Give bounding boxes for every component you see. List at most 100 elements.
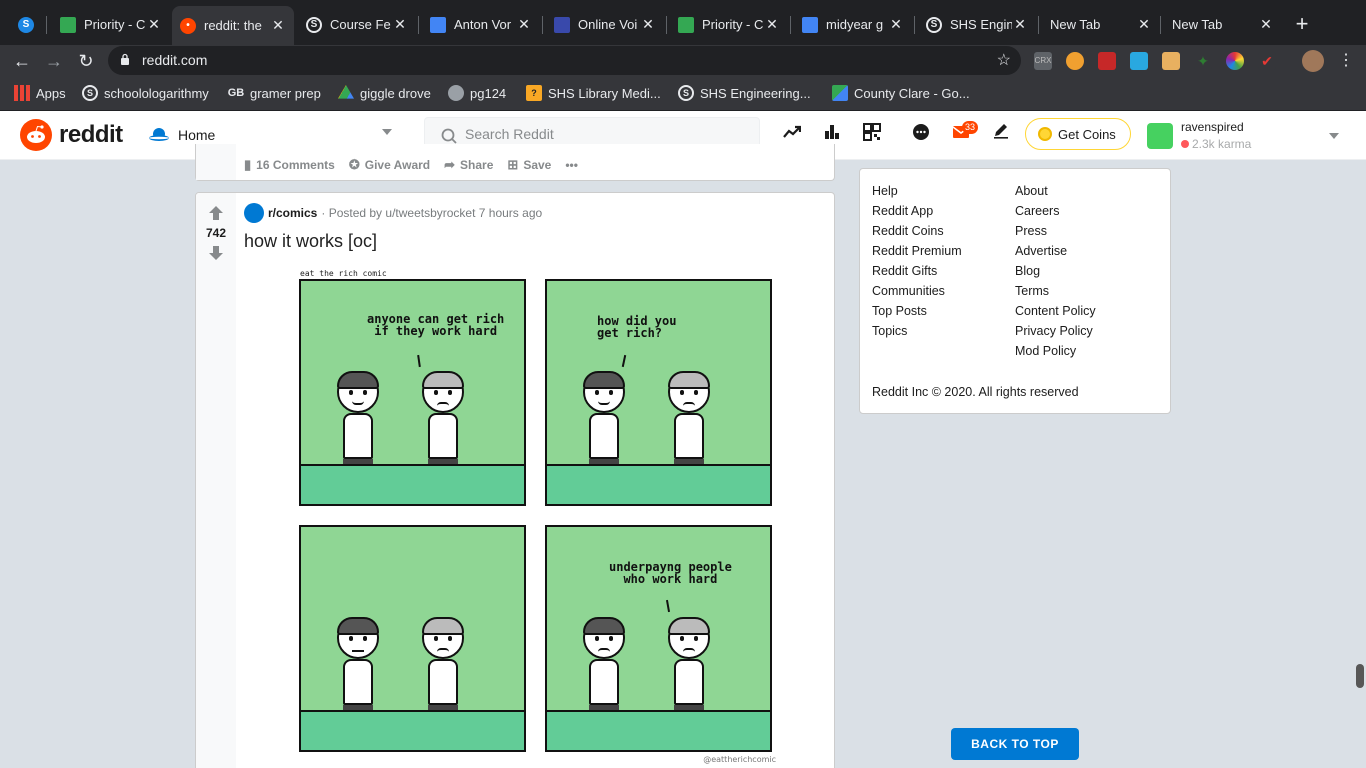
downvote-arrow-icon[interactable]	[208, 245, 224, 261]
post-title[interactable]: how it works [oc]	[244, 231, 377, 252]
crx-extension-icon[interactable]: CRX	[1034, 52, 1052, 70]
vote-score: 742	[205, 226, 227, 240]
bookmark-gramer-prep[interactable]: GB gramer prep	[228, 85, 321, 101]
posted-by-text[interactable]: · Posted by u/tweetsbyrocket	[321, 206, 475, 220]
user-menu-dropdown[interactable]: ravenspired 2.3k karma	[1147, 118, 1347, 152]
bookmark-schoolologarithmy[interactable]: S schoolologarithmy	[82, 85, 209, 101]
tab-course-fe[interactable]: S Course Fe ✕	[298, 8, 416, 41]
bookmark-giggle-drove[interactable]: giggle drove	[338, 85, 431, 101]
tab-anton[interactable]: Anton Vor ✕	[422, 8, 540, 41]
previous-post-card: ▮ 16 Comments ✪ Give Award ➦ Share ⊞ Save ••…	[195, 144, 835, 181]
comments-button[interactable]: ▮ 16 Comments	[244, 157, 335, 173]
character-young	[333, 371, 383, 466]
footer-link-press[interactable]: Press	[1015, 223, 1096, 243]
close-tab-icon[interactable]: ✕	[392, 16, 408, 33]
share-button[interactable]: ➦ Share	[444, 157, 493, 173]
back-to-top-button[interactable]: BACK TO TOP	[951, 728, 1079, 760]
footer-link-help[interactable]: Help	[872, 183, 962, 203]
page-scrollbar[interactable]	[1356, 664, 1364, 688]
bookmark-star-icon[interactable]: ☆	[997, 50, 1011, 70]
footer-link-reddit-coins[interactable]: Reddit Coins	[872, 223, 962, 243]
new-tab-button[interactable]: +	[1290, 12, 1314, 36]
tab-new-1[interactable]: New Tab ✕	[1042, 8, 1160, 41]
checkmark-extension-icon[interactable]: ✔	[1258, 52, 1276, 70]
upvote-arrow-icon[interactable]	[208, 205, 224, 221]
footer-link-reddit-premium[interactable]: Reddit Premium	[872, 243, 962, 263]
character-young	[579, 617, 629, 712]
tab-online-voi[interactable]: Online Voi ✕	[546, 8, 664, 41]
bookmark-shs-engineering[interactable]: S SHS Engineering...	[678, 85, 811, 101]
grammarly-extension-icon[interactable]	[1130, 52, 1148, 70]
docs-icon	[430, 16, 446, 33]
footer-link-mod-policy[interactable]: Mod Policy	[1015, 343, 1096, 363]
forward-button[interactable]: →	[42, 49, 66, 73]
reddit-wordmark[interactable]: reddit	[59, 121, 123, 149]
tab-shs-engin[interactable]: S SHS Engin ✕	[918, 8, 1036, 41]
tab-midyear[interactable]: midyear g ✕	[794, 8, 912, 41]
chat-icon[interactable]	[909, 123, 933, 147]
save-button[interactable]: ⊞ Save	[507, 157, 551, 173]
character-young	[333, 617, 383, 712]
bookmark-shs-library[interactable]: ? SHS Library Medi...	[526, 85, 661, 101]
leaf-extension-icon[interactable]: ✦	[1194, 52, 1212, 70]
home-icon	[149, 128, 169, 141]
bookmark-apps[interactable]: Apps	[14, 85, 66, 101]
color-extension-icon[interactable]	[1226, 52, 1244, 70]
tab-reddit[interactable]: • reddit: the ✕	[172, 6, 294, 45]
share-icon: ➦	[444, 157, 456, 172]
footer-link-content-policy[interactable]: Content Policy	[1015, 303, 1096, 323]
browser-toolbar: ← → ↻ reddit.com ☆ CRX 57 ✦ ✔ ⋮	[0, 45, 1366, 116]
search-input[interactable]	[465, 126, 745, 142]
owl-extension-icon[interactable]	[1066, 52, 1084, 70]
close-tab-icon[interactable]: ✕	[1258, 16, 1274, 33]
profile-avatar[interactable]	[1302, 50, 1324, 72]
bookmark-county-clare[interactable]: County Clare - Go...	[832, 85, 970, 101]
close-tab-icon[interactable]: ✕	[146, 16, 162, 33]
abp-extension-icon[interactable]	[1098, 52, 1116, 70]
get-coins-button[interactable]: Get Coins	[1025, 118, 1131, 150]
create-post-pencil-icon[interactable]	[989, 123, 1013, 147]
close-tab-icon[interactable]: ✕	[888, 16, 904, 33]
footer-link-advertise[interactable]: Advertise	[1015, 243, 1096, 263]
footer-link-reddit-gifts[interactable]: Reddit Gifts	[872, 263, 962, 283]
footer-link-top-posts[interactable]: Top Posts	[872, 303, 962, 323]
footer-link-topics[interactable]: Topics	[872, 323, 962, 343]
address-bar[interactable]: reddit.com ☆	[108, 46, 1021, 75]
tab-schoology[interactable]: S	[10, 8, 46, 41]
footer-link-blog[interactable]: Blog	[1015, 263, 1096, 283]
close-tab-icon[interactable]: ✕	[764, 16, 780, 33]
tab-new-2[interactable]: New Tab ✕	[1164, 8, 1282, 41]
comic-panel-4: underpayng people who work hard	[545, 525, 772, 752]
browser-menu-icon[interactable]: ⋮	[1334, 49, 1358, 73]
comic-image[interactable]: eat the rich comic anyone can get rich i…	[296, 265, 776, 768]
character-young	[579, 371, 629, 466]
subreddit-link[interactable]: r/comics	[268, 206, 317, 220]
close-tab-icon[interactable]: ✕	[640, 16, 656, 33]
reload-button[interactable]: ↻	[74, 49, 98, 73]
tab-priority-2[interactable]: Priority - C ✕	[670, 8, 788, 41]
tab-priority-1[interactable]: Priority - C ✕	[52, 8, 170, 41]
give-award-button[interactable]: ✪ Give Award	[349, 157, 430, 173]
close-tab-icon[interactable]: ✕	[270, 17, 286, 34]
footer-link-privacy-policy[interactable]: Privacy Policy	[1015, 323, 1096, 343]
footer-link-careers[interactable]: Careers	[1015, 203, 1096, 223]
rpan-icon[interactable]	[860, 123, 884, 147]
post-card[interactable]: 742 r/comics · Posted by u/tweetsbyrocke…	[195, 192, 835, 768]
footer-link-about[interactable]: About	[1015, 183, 1096, 203]
close-tab-icon[interactable]: ✕	[1012, 16, 1028, 33]
back-button[interactable]: ←	[10, 49, 34, 73]
reddit-logo-icon[interactable]	[20, 119, 52, 151]
more-options-button[interactable]: •••	[565, 158, 578, 172]
award-icon: ✪	[348, 157, 360, 172]
coin-icon	[1038, 127, 1052, 141]
mail-count-badge: 33	[962, 121, 979, 134]
footer-link-terms[interactable]: Terms	[1015, 283, 1096, 303]
bookmark-pg124[interactable]: pg124	[448, 85, 506, 101]
footer-link-reddit-app[interactable]: Reddit App	[872, 203, 962, 223]
close-tab-icon[interactable]: ✕	[1136, 16, 1152, 33]
subreddit-icon[interactable]	[244, 203, 264, 223]
face-extension-icon[interactable]	[1162, 52, 1180, 70]
footer-link-communities[interactable]: Communities	[872, 283, 962, 303]
drive-icon	[60, 16, 76, 33]
close-tab-icon[interactable]: ✕	[516, 16, 532, 33]
